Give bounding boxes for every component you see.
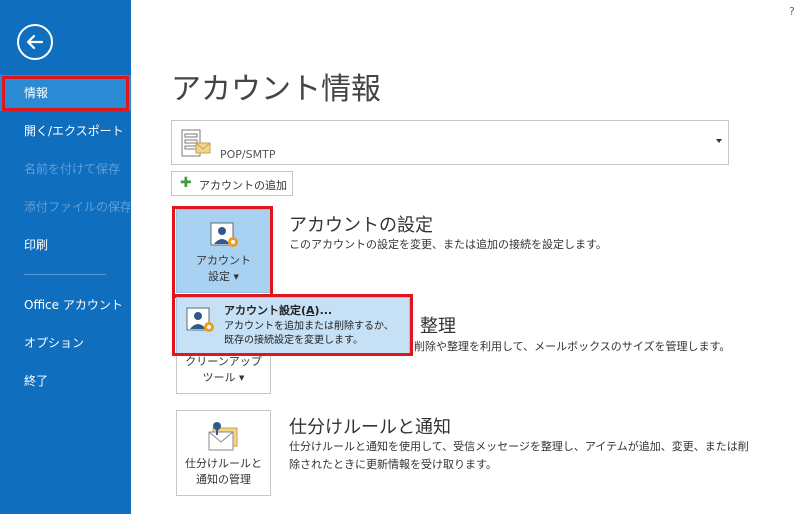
menu-item-title-prefix: アカウント設定( [224,304,307,317]
nav-save-as-label: 名前を付けて保存 [24,162,121,176]
mail-account-icon [181,129,211,157]
add-account-label: アカウントの追加 [199,179,287,192]
nav-save-attachments-label: 添付ファイルの保存 [24,200,133,214]
nav-exit-label: 終了 [24,374,49,388]
account-settings-button[interactable]: アカウント 設定 ▼ [176,209,271,293]
backstage-view: 情報 開く/エクスポート 名前を付けて保存 添付ファイルの保存 印刷 Offic… [0,0,803,514]
back-button[interactable] [17,24,53,60]
nav-save-as: 名前を付けて保存 [0,151,131,187]
nav-office-account-label: Office アカウント [24,298,123,312]
nav-info-label: 情報 [24,86,49,100]
rules-desc-line2: 除されたときに更新情報を受け取ります。 [289,458,497,471]
account-settings-icon [210,222,238,247]
account-settings-button-line1: アカウント [196,254,251,267]
nav-options[interactable]: オプション [0,325,131,361]
page-title: アカウント情報 [171,72,381,107]
cleanup-description: 削除や整理を利用して、メールボックスのサイズを管理します。 [414,340,731,353]
menu-item-description: アカウントを追加または削除するか、 既存の接続設定を変更します。 [224,320,394,348]
account-settings-button-line2-wrap: 設定 ▼ [177,269,270,285]
account-settings-title: アカウントの設定 [289,215,433,236]
account-settings-menu-item[interactable]: アカウント設定(A)... アカウントを追加または削除するか、 既存の接続設定を… [176,297,410,354]
nav-open-export-label: 開く/エクスポート [24,124,124,138]
caret-down-icon: ▼ [239,374,245,382]
rules-button-line1: 仕分けルールと [185,457,262,470]
nav-office-account[interactable]: Office アカウント [0,287,131,323]
menu-item-title-suffix: )... [314,304,333,317]
account-settings-button-line2: 設定 [208,270,231,283]
rules-description: 仕分けルールと通知を使用して、受信メッセージを整理し、アイテムが追加、変更、また… [289,438,749,474]
account-settings-icon [186,307,214,332]
backstage-sidebar: 情報 開く/エクスポート 名前を付けて保存 添付ファイルの保存 印刷 Offic… [0,0,133,514]
menu-item-accelerator: A [306,304,315,317]
nav-open-export[interactable]: 開く/エクスポート [0,113,131,149]
account-selector[interactable]: POP/SMTP [171,120,729,165]
chevron-down-icon [716,139,722,143]
cleanup-button-line2-wrap: ツール ▼ [177,370,270,386]
cleanup-button-line2: ツール [202,371,236,384]
nav-print[interactable]: 印刷 [0,227,131,263]
nav-options-label: オプション [24,336,85,350]
cleanup-title: 整理 [420,316,456,337]
rules-desc-line1: 仕分けルールと通知を使用して、受信メッセージを整理し、アイテムが追加、変更、また… [289,440,749,453]
cleanup-button-line1: クリーンアップ [185,355,262,368]
rules-alerts-icon [208,422,238,451]
menu-item-desc-line1: アカウントを追加または削除するか、 [224,321,394,332]
rules-button-line2: 通知の管理 [196,473,251,486]
rules-alerts-button[interactable]: 仕分けルールと 通知の管理 [176,410,271,496]
caret-down-icon: ▼ [233,273,239,281]
nav-print-label: 印刷 [24,238,49,252]
add-account-button[interactable]: ✚ アカウントの追加 [171,171,293,196]
help-button[interactable]: ? [789,5,795,18]
menu-item-title: アカウント設定(A)... [224,302,332,318]
account-settings-description: このアカウントの設定を変更、または追加の接続を設定します。 [289,238,607,251]
nav-info[interactable]: 情報 [0,75,131,111]
rules-title: 仕分けルールと通知 [289,417,451,438]
nav-exit[interactable]: 終了 [0,363,131,399]
back-arrow-icon [26,34,44,50]
nav-save-attachments: 添付ファイルの保存 [0,189,133,225]
account-selector-value: POP/SMTP [220,148,276,161]
plus-icon: ✚ [180,175,192,191]
nav-separator [24,274,106,275]
menu-item-desc-line2: 既存の接続設定を変更します。 [224,335,363,346]
